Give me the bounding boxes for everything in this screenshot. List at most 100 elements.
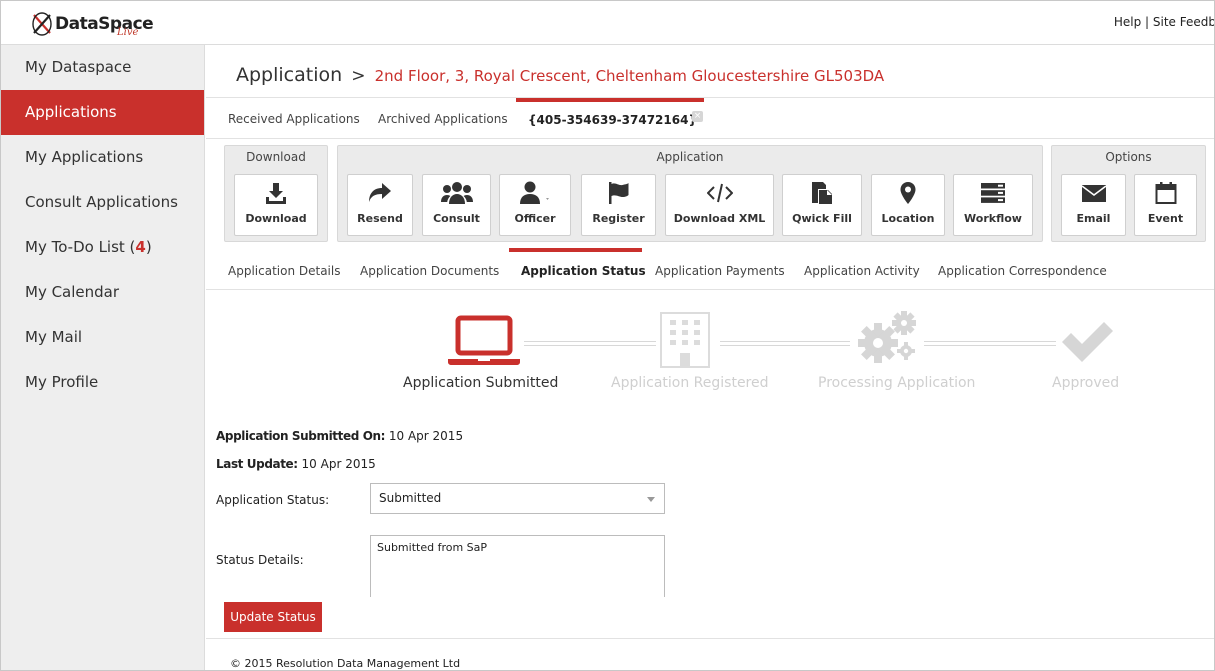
server-icon [954,175,1032,211]
email-button[interactable]: Email [1061,174,1126,236]
download-xml-button[interactable]: Download XML [665,174,774,236]
officer-button[interactable]: Officer [499,174,571,236]
logo-mark-icon [32,12,52,36]
top-bar: DataSpace Live Help | Site Feedb [1,1,1214,45]
tab-application-correspondence[interactable]: Application Correspondence [938,248,1107,290]
logo-text: DataSpace [55,14,154,34]
sidebar-item-label-suffix: ) [145,238,152,256]
download-button-label: Download [245,212,307,225]
share-icon [348,175,412,211]
last-update-info: Last Update: 10 Apr 2015 [216,457,376,471]
download-xml-button-label: Download XML [673,212,766,225]
application-group: Application Resend Consult Officer Regis… [337,145,1043,242]
envelope-icon [1062,175,1125,211]
application-status-label: Application Status: [216,493,330,507]
app-window: DataSpace Live Help | Site Feedb My Data… [0,0,1215,671]
sidebar: My Dataspace Applications My Application… [1,45,205,670]
tab-current-application[interactable]: {405-354639-37472164} [516,98,704,138]
submitted-on-value: 10 Apr 2015 [388,429,464,443]
top-links-separator: | [1145,15,1150,29]
status-details-label: Status Details: [216,553,304,567]
step-connector [720,341,850,346]
tab-application-status[interactable]: Application Status [509,248,646,290]
application-status-value: Submitted [379,491,442,505]
submitted-on-info: Application Submitted On: 10 Apr 2015 [216,429,463,443]
step-connector [524,341,656,346]
qwick-fill-button[interactable]: Qwick Fill [782,174,862,236]
sidebar-item-my-profile[interactable]: My Profile [1,360,204,405]
calendar-icon [1135,175,1196,211]
application-status-select[interactable]: Submitted [370,483,665,514]
application-group-title: Application [656,150,724,164]
building-icon [658,312,712,372]
help-link[interactable]: Help [1114,15,1141,29]
dataspace-logo[interactable]: DataSpace Live [31,9,154,39]
sidebar-item-my-mail[interactable]: My Mail [1,315,204,360]
sidebar-item-label: My To-Do List ( [25,238,136,256]
step-label-submitted: Application Submitted [403,375,559,391]
location-button-label: Location [881,212,935,225]
flag-icon [582,175,655,211]
map-marker-icon [872,175,944,211]
application-tabs: Received Applications Archived Applicati… [206,97,1214,139]
step-label-approved: Approved [1052,375,1120,391]
breadcrumb-root[interactable]: Application [236,64,342,86]
step-label-processing: Processing Application [818,375,976,391]
logo-subtext: Live [117,27,139,38]
status-details-textarea[interactable]: Submitted from SaP [370,535,665,597]
sidebar-item-my-applications[interactable]: My Applications [1,135,204,180]
tab-application-activity[interactable]: Application Activity [804,248,920,290]
application-sub-tabs: Application Details Application Document… [206,248,1214,290]
breadcrumb-separator: > [351,66,366,86]
consult-button[interactable]: Consult [422,174,491,236]
close-tab-icon[interactable]: × [692,111,703,122]
sidebar-item-applications[interactable]: Applications [1,90,204,135]
tab-application-documents[interactable]: Application Documents [360,248,499,290]
qwick-fill-button-label: Qwick Fill [792,212,852,225]
sidebar-item-my-calendar[interactable]: My Calendar [1,270,204,315]
location-button[interactable]: Location [871,174,945,236]
chevron-down-icon [647,497,655,502]
tab-application-payments[interactable]: Application Payments [655,248,785,290]
tab-archived-applications[interactable]: Archived Applications [378,98,508,138]
step-label-registered: Application Registered [611,375,769,391]
tab-received-applications[interactable]: Received Applications [228,98,360,138]
officer-button-label: Officer [514,212,556,225]
consult-button-label: Consult [433,212,480,225]
update-status-button[interactable]: Update Status [224,602,322,632]
options-group: Options Email Event [1051,145,1206,242]
tab-application-details[interactable]: Application Details [228,248,340,290]
sidebar-item-consult-applications[interactable]: Consult Applications [1,180,204,225]
last-update-label: Last Update: [216,457,298,471]
resend-button-label: Resend [357,212,403,225]
event-button[interactable]: Event [1134,174,1197,236]
resend-button[interactable]: Resend [347,174,413,236]
step-connector [924,341,1056,346]
footer-divider [206,638,1214,639]
checkmark-icon [1058,320,1116,368]
submitted-on-label: Application Submitted On: [216,429,386,443]
sidebar-item-my-dataspace[interactable]: My Dataspace [1,45,204,90]
register-button[interactable]: Register [581,174,656,236]
site-feedback-link[interactable]: Site Feedb [1153,15,1214,29]
last-update-value: 10 Apr 2015 [301,457,376,471]
breadcrumb: Application > 2nd Floor, 3, Royal Cresce… [236,64,884,86]
todo-count-badge: 4 [135,238,146,256]
download-group-title: Download [246,150,306,164]
event-button-label: Event [1147,212,1184,225]
breadcrumb-address: 2nd Floor, 3, Royal Crescent, Cheltenham… [374,67,885,85]
gears-icon [854,307,920,371]
email-button-label: Email [1076,212,1111,225]
user-icon [500,175,570,211]
copy-icon [783,175,861,211]
laptop-icon [447,315,521,371]
users-icon [423,175,490,211]
sidebar-item-my-todo-list[interactable]: My To-Do List (4) [1,225,204,270]
download-button[interactable]: Download [234,174,318,236]
download-group: Download Download [224,145,328,242]
main-content: Application > 2nd Floor, 3, Royal Cresce… [206,45,1214,670]
top-links: Help | Site Feedb [1114,15,1214,29]
options-group-title: Options [1105,150,1152,164]
workflow-button[interactable]: Workflow [953,174,1033,236]
code-icon [666,175,773,211]
